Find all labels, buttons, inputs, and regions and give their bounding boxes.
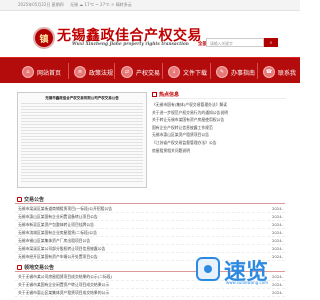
hot-news-item[interactable]: 关于转让无锡市某国有资产房屋使用权公告 xyxy=(152,116,286,124)
hot-news-item[interactable]: 房屋租赁相关问题说明 xyxy=(152,147,286,155)
featured-news-image[interactable]: 无锡市鑫政佳合产权交易有限公司产权交易公告 xyxy=(17,92,147,188)
trade-notices-section: 交易公告 无锡市梁溪区某街道商铺租赁项目(一标段)公开招租公告 2024- 无锡市… xyxy=(15,195,285,261)
guide-icon: ✎ xyxy=(216,66,228,78)
watermark-logo-icon xyxy=(196,257,220,281)
hot-news-item[interactable]: 国有企业产权转让信息披露工作规范 xyxy=(152,124,286,132)
hot-news-item[interactable]: 无锡市惠山区某资产租赁项目公告 xyxy=(152,131,286,139)
list-item[interactable]: 关于无锡市惠山区某集体资产租赁项目成交结果的公示 2024- xyxy=(15,289,285,297)
hot-news-panel: 热点信息 《无锡市国有(集体)产权交易管理办法》解读 关于进一步规范产权交易行为… xyxy=(152,91,286,154)
list-item[interactable]: 无锡市梁溪区某公司部分股权转让项目信息披露公告 2024- xyxy=(15,245,285,253)
search-input[interactable]: 请输入关键字 xyxy=(206,38,264,47)
contact-icon: ☎ xyxy=(263,66,275,78)
notice-icon xyxy=(17,264,22,270)
hot-news-header: 热点信息 xyxy=(152,91,286,99)
current-date: 2025年05月22日 星期四 xyxy=(18,2,64,7)
main-nav: ⌂ 网站首页 ≡ 政策法规 ⇄ 产权交易 ↓ 文件下载 ✎ 办事指南 ☎ 联系我 xyxy=(0,57,300,83)
trade-notices-header: 交易公告 xyxy=(15,195,285,204)
featured-news-caption: 无锡市鑫政佳合产权交易有限公司产权交易公告 xyxy=(45,96,119,100)
site-header: 镇 无锡鑫政佳合产权交易 Wuxi Xinzheng Jiahe propert… xyxy=(0,11,300,51)
trade-icon: ⇄ xyxy=(121,66,133,78)
hot-news-item[interactable]: 《江苏省产权交易监督管理办法》公告 xyxy=(152,139,286,147)
hot-news-item[interactable]: 关于进一步规范产权交易行为的通知公告说明 xyxy=(152,109,286,117)
site-logo-icon[interactable]: 镇 xyxy=(33,27,55,49)
weather-info: 无锡 ☁ 17℃ ~ 27℃ ☼ 晴转多云 xyxy=(70,2,132,7)
policy-icon: ≡ xyxy=(74,66,86,78)
home-icon: ⌂ xyxy=(22,66,34,78)
top-info-bar: 2025年05月22日 星期四 无锡 ☁ 17℃ ~ 27℃ ☼ 晴转多云 xyxy=(0,0,300,11)
search-button[interactable]: ⌕ xyxy=(264,38,278,47)
hot-news-item[interactable]: 《无锡市国有(集体)产权交易管理办法》解读 xyxy=(152,101,286,109)
nav-item-contact[interactable]: ☎ 联系我 xyxy=(263,62,296,82)
nav-item-download[interactable]: ↓ 文件下载 xyxy=(168,62,207,82)
site-subtitle: Wuxi Xinzheng Jiahe property rights tran… xyxy=(72,42,189,47)
download-icon: ↓ xyxy=(168,66,180,78)
nav-item-home[interactable]: ⌂ 网站首页 xyxy=(22,62,61,82)
list-item[interactable]: 无锡市惠山区某国有企业闲置设备转让项目公告 2024- xyxy=(15,213,285,221)
list-item[interactable]: 无锡市新吴区某资产包整体转让项目挂牌公告 2024- xyxy=(15,221,285,229)
list-icon xyxy=(152,92,157,97)
list-item[interactable]: 无锡市滨湖区某国有企业房屋租赁(二标段)公告 2024- xyxy=(15,229,285,237)
document-preview xyxy=(21,103,143,183)
notice-icon xyxy=(17,196,22,202)
list-item[interactable]: 无锡市梁溪区某街道商铺租赁项目(一标段)公开招租公告 2024- xyxy=(15,205,285,213)
nav-item-policy[interactable]: ≡ 政策法规 xyxy=(74,62,113,82)
list-item[interactable]: 无锡市锡山区某集体资产厂房出租项目公告 2024- xyxy=(15,237,285,245)
search-icon: ⌕ xyxy=(269,40,273,46)
watermark: 速览 www.sulanwang.com xyxy=(196,254,292,285)
nav-item-guide[interactable]: ✎ 办事指南 xyxy=(216,62,255,82)
nav-item-trade[interactable]: ⇄ 产权交易 xyxy=(121,62,160,82)
